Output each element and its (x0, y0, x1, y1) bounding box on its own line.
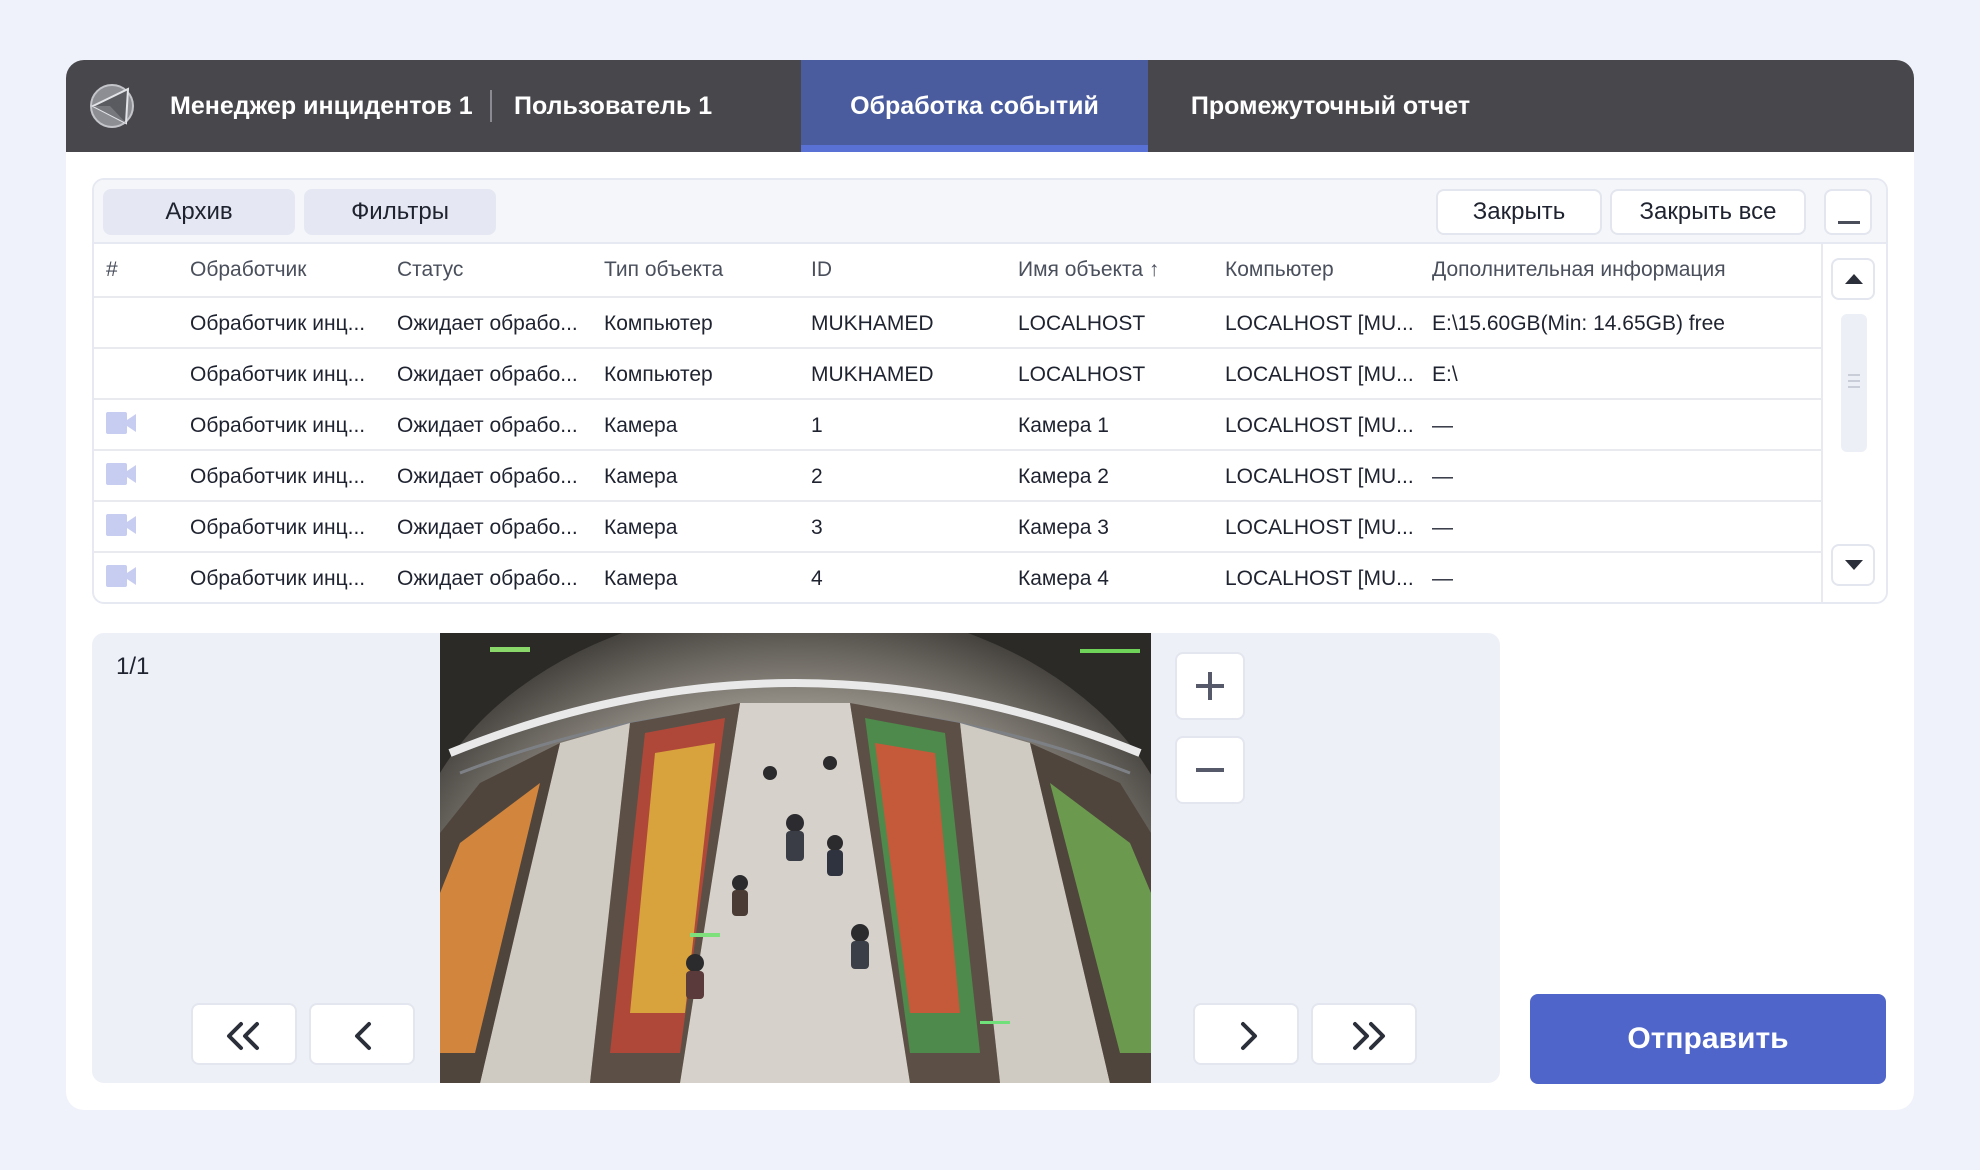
double-chevron-left-icon (227, 1022, 259, 1050)
status-cell: Ожидает обрабо... (397, 414, 578, 437)
minimize-panel-button[interactable] (1824, 189, 1872, 235)
tab-interim-report[interactable]: Промежуточный отчет (1148, 60, 1513, 152)
camera-icon (106, 463, 136, 485)
additional-info-cell: — (1432, 465, 1453, 488)
computer-cell: LOCALHOST [MU... (1225, 567, 1414, 590)
current-user[interactable]: Пользователь 1 (514, 60, 712, 152)
id-cell: 3 (811, 516, 823, 539)
column-header-handler[interactable]: Обработчик (190, 244, 386, 296)
table-row[interactable]: Обработчик инц... Ожидает обрабо... Каме… (94, 553, 1821, 602)
handler-cell: Обработчик инц... (190, 465, 366, 488)
object-type-cell: Камера (604, 465, 678, 488)
scroll-up-button[interactable] (1831, 258, 1875, 300)
id-cell: MUKHAMED (811, 312, 934, 335)
object-type-cell: Компьютер (604, 363, 713, 386)
chevron-right-icon (1241, 1022, 1257, 1050)
page-counter: 1/1 (116, 653, 150, 680)
scroll-thumb[interactable] (1841, 314, 1867, 452)
table-row[interactable]: Обработчик инц... Ожидает обрабо... Каме… (94, 502, 1821, 553)
header-divider (490, 90, 492, 122)
status-cell: Ожидает обрабо... (397, 312, 578, 335)
additional-info-cell: E:\ (1432, 363, 1458, 386)
id-cell: 4 (811, 567, 823, 590)
object-type-cell: Камера (604, 516, 678, 539)
next-frame-button[interactable] (1193, 1003, 1299, 1065)
additional-info-cell: — (1432, 516, 1453, 539)
column-header-status[interactable]: Статус (397, 244, 593, 296)
tab-event-processing[interactable]: Обработка событий (801, 60, 1148, 152)
handler-cell: Обработчик инц... (190, 363, 366, 386)
chevron-left-icon (355, 1022, 371, 1050)
plus-icon (1196, 672, 1224, 700)
additional-info-cell: — (1432, 567, 1453, 590)
table-scrollbar[interactable] (1821, 244, 1886, 602)
object-type-cell: Компьютер (604, 312, 713, 335)
handler-cell: Обработчик инц... (190, 516, 366, 539)
last-frame-button[interactable] (1311, 1003, 1417, 1065)
status-cell: Ожидает обрабо... (397, 567, 578, 590)
object-type-cell: Камера (604, 414, 678, 437)
object-name-cell: LOCALHOST (1018, 312, 1146, 335)
computer-cell: LOCALHOST [MU... (1225, 312, 1414, 335)
app-title: Менеджер инцидентов 1 (170, 92, 473, 120)
computer-cell: LOCALHOST [MU... (1225, 465, 1414, 488)
frame-viewer: 1/1 (92, 633, 1500, 1083)
status-cell: Ожидает обрабо... (397, 465, 578, 488)
close-button[interactable]: Закрыть (1436, 189, 1602, 235)
id-cell: 1 (811, 414, 823, 437)
table-row[interactable]: Обработчик инц... Ожидает обрабо... Каме… (94, 400, 1821, 451)
scroll-down-button[interactable] (1831, 544, 1875, 586)
column-header-computer[interactable]: Компьютер (1225, 244, 1421, 296)
additional-info-cell: — (1432, 414, 1453, 437)
handler-cell: Обработчик инц... (190, 414, 366, 437)
column-header-additional-info[interactable]: Дополнительная информация (1432, 244, 1812, 296)
camera-frame-image[interactable] (440, 633, 1151, 1083)
id-cell: MUKHAMED (811, 363, 934, 386)
scroll-track[interactable] (1841, 314, 1867, 540)
object-name-cell: Камера 1 (1018, 414, 1109, 437)
filters-button[interactable]: Фильтры (304, 189, 496, 235)
zoom-out-button[interactable] (1175, 736, 1245, 804)
table-row[interactable]: Обработчик инц... Ожидает обрабо... Каме… (94, 451, 1821, 502)
column-header-id[interactable]: ID (811, 244, 1007, 296)
top-bar: Менеджер инцидентов 1 Пользователь 1 Обр… (66, 60, 1914, 152)
object-name-cell: Камера 3 (1018, 516, 1109, 539)
archive-button[interactable]: Архив (103, 189, 295, 235)
app-logo-icon (90, 84, 134, 128)
column-header-object-type[interactable]: Тип объекта (604, 244, 800, 296)
double-chevron-right-icon (1353, 1022, 1385, 1050)
status-cell: Ожидает обрабо... (397, 516, 578, 539)
object-name-cell: Камера 4 (1018, 567, 1109, 590)
table-toolbar: Архив Фильтры Закрыть Закрыть все (94, 180, 1886, 244)
send-button[interactable]: Отправить (1530, 994, 1886, 1084)
object-type-cell: Камера (604, 567, 678, 590)
handler-cell: Обработчик инц... (190, 567, 366, 590)
zoom-in-button[interactable] (1175, 652, 1245, 720)
computer-cell: LOCALHOST [MU... (1225, 363, 1414, 386)
first-frame-button[interactable] (191, 1003, 297, 1065)
object-name-cell: LOCALHOST (1018, 363, 1146, 386)
minus-icon (1196, 768, 1224, 772)
close-all-button[interactable]: Закрыть все (1610, 189, 1806, 235)
computer-cell: LOCALHOST [MU... (1225, 516, 1414, 539)
camera-icon (106, 412, 136, 434)
object-name-cell: Камера 2 (1018, 465, 1109, 488)
table-row[interactable]: Обработчик инц... Ожидает обрабо... Комп… (94, 298, 1821, 349)
additional-info-cell: E:\15.60GB(Min: 14.65GB) free (1432, 312, 1725, 335)
previous-frame-button[interactable] (309, 1003, 415, 1065)
id-cell: 2 (811, 465, 823, 488)
events-table-panel: Архив Фильтры Закрыть Закрыть все # Обра… (92, 178, 1888, 604)
table-row[interactable]: Обработчик инц... Ожидает обрабо... Комп… (94, 349, 1821, 400)
column-header-number[interactable]: # (106, 244, 156, 296)
handler-cell: Обработчик инц... (190, 312, 366, 335)
incident-manager-window: Менеджер инцидентов 1 Пользователь 1 Обр… (66, 60, 1914, 1110)
column-header-object-name[interactable]: Имя объекта ↑ (1018, 244, 1214, 296)
camera-icon (106, 514, 136, 536)
computer-cell: LOCALHOST [MU... (1225, 414, 1414, 437)
status-cell: Ожидает обрабо... (397, 363, 578, 386)
camera-icon (106, 565, 136, 587)
